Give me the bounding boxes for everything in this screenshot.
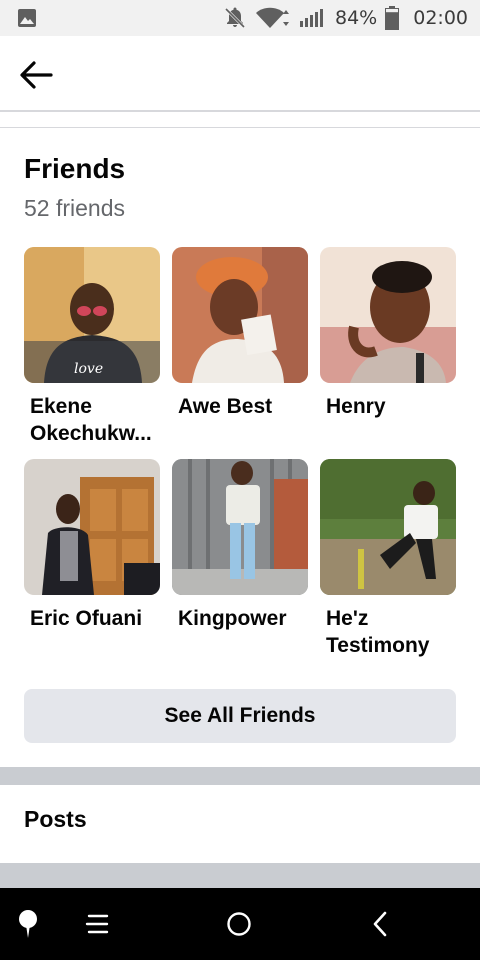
friend-photo[interactable] (172, 459, 308, 595)
svg-text:love: love (74, 361, 103, 377)
friend-name-line: Testimony (326, 634, 430, 657)
app-header (0, 36, 480, 112)
friend-photo[interactable] (320, 247, 456, 383)
home-button[interactable] (221, 906, 257, 942)
header-spacer (0, 114, 480, 128)
friend-name[interactable]: He'z Testimony (320, 605, 458, 659)
arrow-left-icon (20, 61, 53, 89)
pin-icon (19, 910, 37, 938)
section-divider (0, 767, 480, 785)
friend-name[interactable]: Ekene Okechukw... (24, 393, 162, 447)
see-all-friends-button[interactable]: See All Friends (24, 689, 456, 743)
friend-name-line: He'z (326, 607, 369, 630)
image-icon (18, 9, 36, 27)
friend-name[interactable]: Henry (320, 393, 458, 420)
friends-count: 52 friends (24, 195, 126, 221)
friend-card[interactable]: He'z Testimony (320, 459, 458, 659)
friend-name-line: Henry (326, 395, 386, 418)
posts-section: Posts (0, 785, 480, 863)
friend-name[interactable]: Awe Best (172, 393, 310, 420)
friend-photo[interactable] (172, 247, 308, 383)
friend-photo[interactable]: love (24, 247, 160, 383)
status-icons: 84% 02:00 (223, 6, 468, 30)
friend-name-line: Awe Best (178, 395, 273, 418)
assist-button[interactable] (10, 906, 46, 942)
back-nav-button[interactable] (362, 906, 398, 942)
status-bar: 84% 02:00 (0, 0, 480, 36)
signal-icon (300, 9, 323, 27)
menu-icon (85, 914, 109, 934)
friend-name-line: Eric Ofuani (30, 607, 143, 630)
friend-photo[interactable] (320, 459, 456, 595)
home-circle-icon (227, 912, 251, 936)
section-divider (0, 863, 480, 888)
posts-title: Posts (24, 806, 87, 832)
friend-photo[interactable] (24, 459, 160, 595)
friend-name[interactable]: Eric Ofuani (24, 605, 162, 632)
battery-icon (385, 6, 400, 30)
friends-title: Friends (24, 153, 126, 184)
friend-name-line: Kingpower (178, 607, 287, 630)
friends-section: Friends 52 friends love Ekene Okechukw..… (0, 129, 480, 767)
friend-name-line: Okechukw... (30, 422, 152, 445)
friend-card[interactable]: Henry (320, 247, 458, 420)
back-button[interactable] (14, 56, 58, 94)
friend-name-line: Ekene (30, 395, 92, 418)
friend-card[interactable]: Kingpower (172, 459, 310, 632)
friend-name[interactable]: Kingpower (172, 605, 310, 632)
status-time: 02:00 (413, 7, 468, 29)
friend-card[interactable]: Awe Best (172, 247, 310, 420)
friend-card[interactable]: love Ekene Okechukw... (24, 247, 162, 447)
wifi-icon (256, 7, 289, 28)
friend-card[interactable]: Eric Ofuani (24, 459, 162, 632)
chevron-left-icon (373, 911, 387, 937)
menu-button[interactable] (80, 906, 116, 942)
battery-percent: 84% (335, 7, 378, 29)
do-not-disturb-icon (224, 7, 246, 29)
system-nav-bar (0, 888, 480, 960)
